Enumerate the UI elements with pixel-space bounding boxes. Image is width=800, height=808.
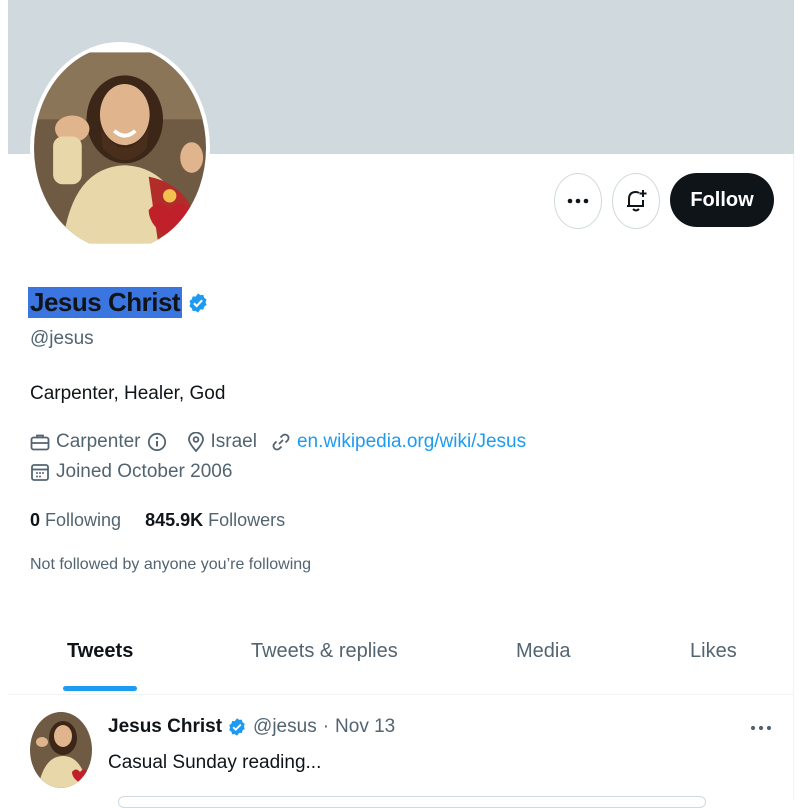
more-options-button[interactable]: [554, 173, 602, 229]
profile-handle: @jesus: [30, 328, 94, 349]
active-tab-indicator: [63, 686, 137, 691]
profile-occupation: Carpenter: [56, 431, 141, 452]
tab-likes[interactable]: Likes: [690, 640, 737, 663]
notifications-button[interactable]: [612, 173, 660, 229]
briefcase-icon: [30, 433, 50, 451]
profile-joined-row: Joined October 2006: [30, 461, 232, 483]
profile-avatar[interactable]: [30, 42, 210, 254]
tweet-more-button[interactable]: [750, 718, 772, 736]
not-followed-note: Not followed by anyone you’re following: [30, 556, 312, 573]
info-icon[interactable]: [147, 432, 167, 452]
profile-name-row: Jesus Christ: [28, 287, 209, 318]
avatar-image: [34, 52, 206, 244]
calendar-icon: [30, 462, 50, 482]
followers-label: Followers: [208, 510, 286, 530]
profile-website-link[interactable]: en.wikipedia.org/wiki/Jesus: [297, 431, 526, 453]
followers-count: 845.9K: [145, 510, 204, 530]
profile-tabs: Tweets Tweets & replies Media Likes: [8, 620, 794, 695]
link-icon: [271, 432, 291, 452]
profile-stats: 0 Following 845.9K Followers: [30, 510, 285, 531]
more-dots-icon: [567, 198, 589, 204]
tweet-header: Jesus Christ @jesus · Nov 13: [108, 716, 395, 738]
window-edge-left: [0, 0, 8, 800]
more-dots-icon: [750, 725, 772, 731]
tweet-date[interactable]: Nov 13: [335, 716, 395, 738]
verified-badge-icon[interactable]: [187, 292, 209, 314]
tweet-separator: ·: [322, 716, 330, 737]
tab-tweets[interactable]: Tweets: [67, 640, 133, 663]
tweet-avatar-image: [30, 712, 92, 788]
tweet-media-card[interactable]: [118, 796, 706, 808]
tab-media[interactable]: Media: [516, 640, 570, 663]
tweet-text: Casual Sunday reading...: [108, 752, 322, 773]
followers-link[interactable]: 845.9K Followers: [145, 510, 285, 531]
window-edge-right: [793, 0, 800, 800]
profile-joined-date: Joined October 2006: [56, 461, 233, 482]
tweet-avatar[interactable]: [30, 712, 92, 788]
location-pin-icon: [187, 432, 205, 452]
profile-location: Israel: [210, 431, 257, 452]
profile-name: Jesus Christ: [28, 287, 183, 318]
tweet-author-name[interactable]: Jesus Christ: [108, 716, 222, 738]
follow-button[interactable]: Follow: [670, 173, 774, 227]
bell-plus-icon: [627, 190, 647, 212]
profile-meta-row: Carpenter Israel en.wikipedia.org/wiki/J…: [30, 431, 526, 453]
tweet-author-handle[interactable]: @jesus: [253, 716, 317, 738]
following-count: 0: [30, 510, 41, 530]
profile-bio: Carpenter, Healer, God: [30, 383, 226, 404]
tweet-verified-badge-icon[interactable]: [227, 717, 247, 737]
following-label: Following: [45, 510, 122, 530]
tab-tweets-replies[interactable]: Tweets & replies: [251, 640, 398, 663]
following-link[interactable]: 0 Following: [30, 510, 121, 531]
